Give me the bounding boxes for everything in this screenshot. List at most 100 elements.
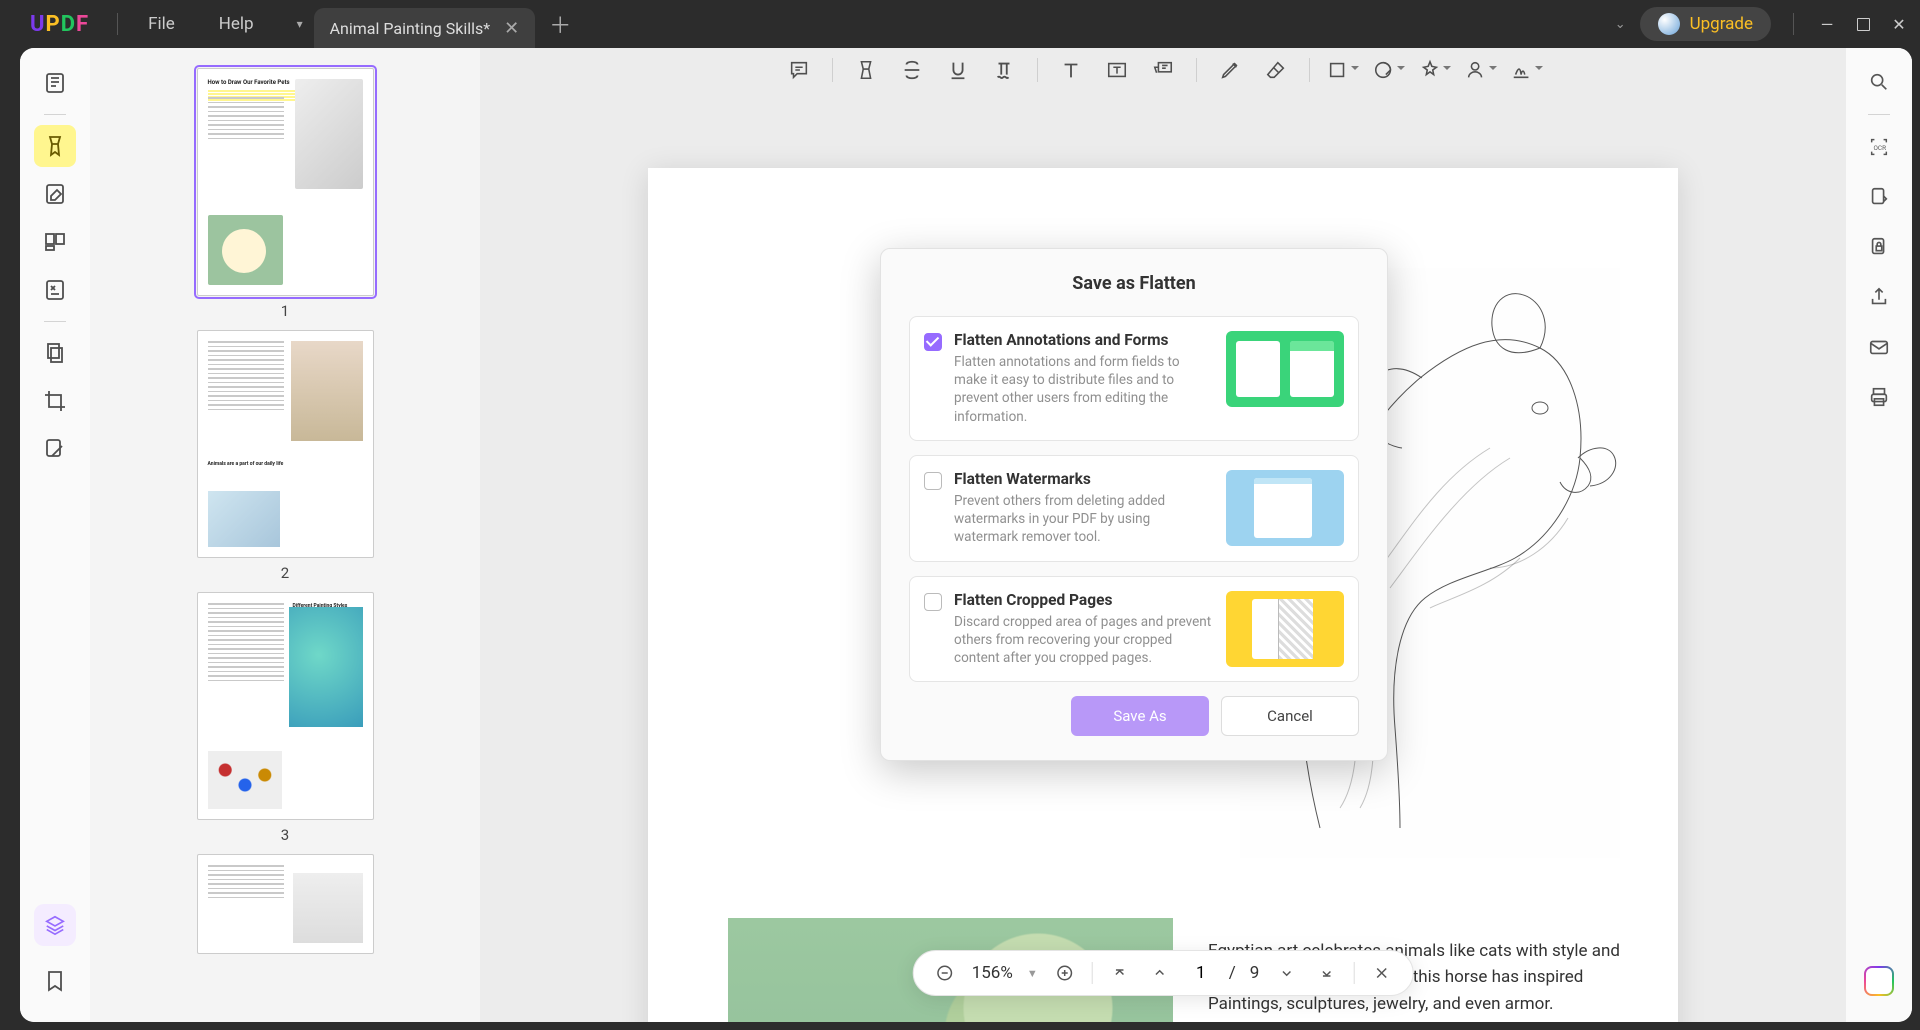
avatar-icon [1658,13,1680,35]
separator [832,58,833,82]
page-thumbnail-2[interactable]: Animals are a part of our daily life [197,330,374,558]
separator [1868,114,1890,115]
thumbnails-pane[interactable]: How to Draw Our Favorite Pets 1 Animals … [90,48,480,1022]
crop-icon[interactable] [34,380,76,422]
highlight-icon[interactable] [845,49,887,91]
zoom-out-button[interactable] [932,960,958,986]
window-close-button[interactable] [1888,13,1910,35]
page-navigator: 156% ▼ / 9 [913,950,1414,996]
thumb-photo-image [208,491,280,547]
thumb-item[interactable]: How to Draw Our Favorite Pets 1 [197,68,374,320]
option-desc: Prevent others from deleting added water… [954,492,1212,547]
ocr-icon[interactable]: OCR [1859,127,1899,167]
thumb-item[interactable]: Animals are a part of our daily life 2 [197,330,374,582]
save-as-flatten-dialog: Save as Flatten Flatten Annotations and … [880,248,1388,761]
close-pager-button[interactable] [1368,960,1394,986]
separator [1353,962,1354,984]
option-flatten-annotations[interactable]: Flatten Annotations and Forms Flatten an… [909,316,1359,441]
thumb-plate-image [208,215,283,285]
separator [1196,58,1197,82]
window-minimize-button[interactable] [1816,13,1838,35]
bookmark-icon[interactable] [34,960,76,1002]
user-stamp-dropdown[interactable] [1460,49,1502,91]
layers-icon[interactable] [34,904,76,946]
squiggly-icon[interactable] [983,49,1025,91]
comment-mode-icon[interactable] [34,125,76,167]
note-icon[interactable] [778,49,820,91]
page-thumbnail-4[interactable] [197,854,374,954]
cancel-button[interactable]: Cancel [1221,696,1359,736]
checkbox-watermarks[interactable] [924,472,942,490]
page-tools-icon[interactable] [34,332,76,374]
protect-icon[interactable] [1859,227,1899,267]
next-page-button[interactable] [1273,960,1299,986]
tab-close-icon[interactable]: ✕ [504,18,519,39]
document-tab[interactable]: Animal Painting Skills* ✕ [314,8,536,48]
option-flatten-watermarks[interactable]: Flatten Watermarks Prevent others from d… [909,455,1359,562]
page-thumbnail-1[interactable]: How to Draw Our Favorite Pets [197,68,374,296]
form-mode-icon[interactable] [34,269,76,311]
email-icon[interactable] [1859,327,1899,367]
window-maximize-button[interactable] [1852,13,1874,35]
thumb-brushes-image [291,341,363,441]
underline-icon[interactable] [937,49,979,91]
shape-rectangle-dropdown[interactable] [1322,49,1364,91]
ai-assistant-icon[interactable] [1864,966,1894,996]
separator [1309,58,1310,82]
redact-icon[interactable] [34,428,76,470]
strikethrough-icon[interactable] [891,49,933,91]
signature-dropdown[interactable] [1506,49,1548,91]
page-thumbnail-3[interactable]: Different Painting Styles [197,592,374,820]
callout-icon[interactable] [1142,49,1184,91]
checkbox-cropped[interactable] [924,593,942,611]
eraser-icon[interactable] [1255,49,1297,91]
save-as-button[interactable]: Save As [1071,696,1209,736]
stamp-dropdown[interactable] [1414,49,1456,91]
tab-list-dropdown[interactable]: ▾ [286,17,314,31]
thumb-subheading: Animals are a part of our daily life [208,461,284,468]
thumb-item[interactable]: Different Painting Styles 3 [197,592,374,844]
option-title: Flatten Watermarks [954,470,1212,488]
menu-help[interactable]: Help [197,14,276,34]
textbox-icon[interactable] [1096,49,1138,91]
thumb-page-number: 1 [281,302,289,320]
organize-pages-icon[interactable] [34,221,76,263]
checkbox-annotations[interactable] [924,333,942,351]
convert-icon[interactable] [1859,177,1899,217]
share-icon[interactable] [1859,277,1899,317]
option-flatten-cropped[interactable]: Flatten Cropped Pages Discard cropped ar… [909,576,1359,683]
thumb-item[interactable] [197,854,374,954]
new-tab-button[interactable]: ＋ [549,8,571,40]
chevron-down-icon[interactable]: ⌄ [1615,17,1626,32]
search-icon[interactable] [1859,62,1899,102]
thumb-dog-image [295,79,363,189]
last-page-button[interactable] [1313,960,1339,986]
menu-file[interactable]: File [126,14,197,34]
page-input[interactable] [1187,963,1215,983]
right-tool-rail: OCR [1846,48,1912,1022]
page-separator: / [1229,963,1236,983]
tab-title: Animal Painting Skills* [330,19,491,38]
sticker-dropdown[interactable] [1368,49,1410,91]
svg-text:OCR: OCR [1874,144,1887,152]
prev-page-button[interactable] [1147,960,1173,986]
document-viewport[interactable]: Egyptian art celebrates animals like cat… [480,48,1846,1022]
text-icon[interactable] [1050,49,1092,91]
upgrade-button[interactable]: Upgrade [1640,7,1771,41]
option-title: Flatten Cropped Pages [954,591,1212,609]
annotation-toolbar [480,48,1846,92]
separator [1793,13,1794,35]
edit-mode-icon[interactable] [34,173,76,215]
thumb-palette-image [208,751,282,809]
reader-mode-icon[interactable] [34,62,76,104]
pencil-icon[interactable] [1209,49,1251,91]
first-page-button[interactable] [1107,960,1133,986]
zoom-in-button[interactable] [1052,960,1078,986]
thumb-dog2-image [293,873,363,943]
print-icon[interactable] [1859,377,1899,417]
zoom-dropdown-icon[interactable]: ▼ [1027,967,1038,980]
cropped-illustration [1226,591,1344,667]
page-total: 9 [1250,963,1260,983]
tab-strip: ▾ Animal Painting Skills* ✕ ＋ [286,0,572,48]
dialog-title: Save as Flatten [909,273,1359,294]
